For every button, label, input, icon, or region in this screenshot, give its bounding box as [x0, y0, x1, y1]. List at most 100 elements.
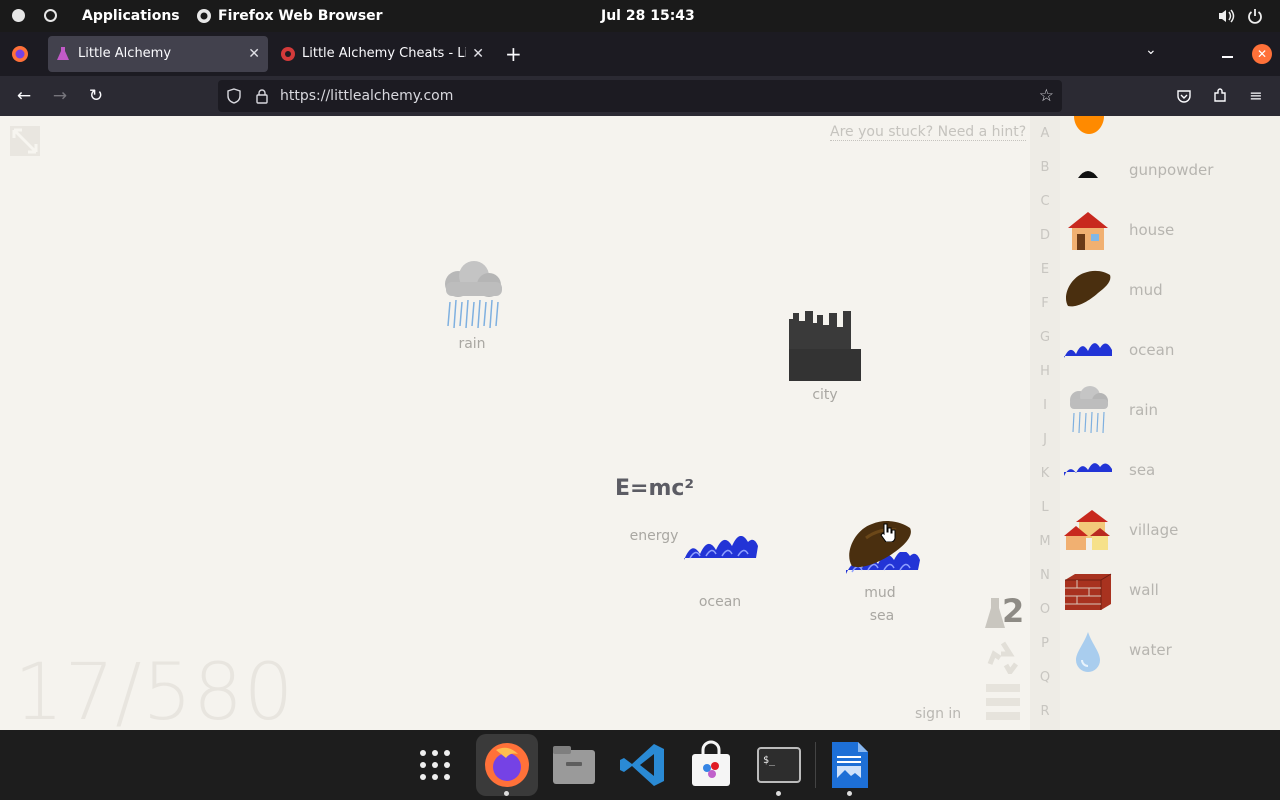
workspace-indicator-icon[interactable] — [44, 9, 57, 22]
power-icon[interactable] — [1247, 8, 1263, 24]
ocean-icon — [1064, 343, 1112, 358]
padlock-icon[interactable] — [255, 88, 269, 104]
volume-icon[interactable] — [1217, 7, 1235, 25]
address-bar[interactable]: https://littlealchemy.com ☆ — [218, 80, 1062, 112]
letter-i[interactable]: I — [1030, 398, 1060, 413]
tab-title: Little Alchemy Cheats - List — [302, 46, 466, 61]
dock-files[interactable] — [547, 738, 601, 792]
firefox-icon — [485, 743, 529, 787]
new-tab-icon[interactable]: + — [505, 40, 522, 68]
workspace-element-label: ocean — [698, 594, 742, 610]
water-icon — [1076, 632, 1100, 672]
firefox-view-icon[interactable] — [11, 45, 29, 63]
workspace-element-label: mud — [864, 585, 896, 601]
workspace-indicator-active-icon[interactable] — [12, 9, 25, 22]
village-icon — [1064, 510, 1110, 550]
dock-document-viewer[interactable] — [822, 738, 876, 792]
letter-f[interactable]: F — [1030, 296, 1060, 311]
back-icon[interactable]: ← — [10, 82, 38, 110]
workspace-element-ocean[interactable] — [684, 535, 758, 568]
dock: $_ — [0, 730, 1280, 800]
game-workspace[interactable]: Are you stuck? Need a hint? rain city E=… — [0, 116, 1030, 730]
shopping-bag-icon — [692, 740, 730, 786]
letter-d[interactable]: D — [1030, 228, 1060, 243]
tab-little-alchemy[interactable]: Little Alchemy ✕ — [48, 36, 268, 72]
letter-b[interactable]: B — [1030, 160, 1060, 175]
workspace-element-city[interactable] — [789, 309, 861, 381]
rain-icon — [445, 261, 502, 329]
library-item-water[interactable]: water — [1060, 626, 1280, 686]
library-item-mud[interactable]: mud — [1060, 266, 1280, 326]
close-tab-icon[interactable]: ✕ — [248, 36, 260, 72]
letter-c[interactable]: C — [1030, 194, 1060, 209]
dock-vscode[interactable] — [616, 738, 670, 792]
workspace-element-energy[interactable]: E=mc² — [615, 476, 705, 506]
library-item-gunpowder[interactable]: gunpowder — [1060, 146, 1280, 206]
letter-q[interactable]: Q — [1030, 670, 1060, 685]
close-window-icon[interactable]: ✕ — [1252, 44, 1272, 64]
hint-link[interactable]: Are you stuck? Need a hint? — [830, 124, 1027, 141]
pocket-icon[interactable] — [1176, 88, 1192, 104]
browser-tab-strip: Little Alchemy ✕ Little Alchemy Cheats -… — [0, 32, 1280, 76]
library-item-label: house — [1129, 221, 1175, 239]
bookmark-star-icon[interactable]: ☆ — [1039, 80, 1054, 112]
letter-n[interactable]: N — [1030, 568, 1060, 583]
letter-k[interactable]: K — [1030, 466, 1060, 481]
running-indicator — [847, 791, 852, 796]
active-app-label: Firefox Web Browser — [218, 8, 383, 24]
minimize-window-icon[interactable] — [1222, 56, 1233, 58]
dock-firefox[interactable] — [476, 734, 538, 796]
library-item-ocean[interactable]: ocean — [1060, 326, 1280, 386]
list-all-tabs-icon[interactable]: ⌄ — [1145, 42, 1157, 58]
app-menu-icon[interactable]: ≡ — [1242, 82, 1270, 110]
forward-icon[interactable]: → — [46, 82, 74, 110]
letter-e[interactable]: E — [1030, 262, 1060, 277]
workspace-element-rain[interactable] — [436, 260, 508, 330]
tracking-protection-shield-icon[interactable] — [226, 88, 242, 104]
letter-p[interactable]: P — [1030, 636, 1060, 651]
applications-menu[interactable]: Applications — [82, 0, 180, 32]
letter-j[interactable]: J — [1030, 432, 1060, 447]
little-alchemy-favicon-icon — [57, 47, 69, 60]
discovered-elements-counter: 17/580 — [14, 648, 295, 730]
cheats-favicon-icon — [281, 47, 295, 61]
running-indicator — [504, 791, 509, 796]
library-item-wall[interactable]: wall — [1060, 566, 1280, 626]
mouse-pointer-hand-icon — [880, 523, 896, 542]
close-tab-icon[interactable]: ✕ — [472, 36, 484, 72]
letter-g[interactable]: G — [1030, 330, 1060, 345]
letter-o[interactable]: O — [1030, 602, 1060, 617]
library-item-house[interactable]: house — [1060, 206, 1280, 266]
letter-l[interactable]: L — [1030, 500, 1060, 515]
system-top-bar: Applications Firefox Web Browser Jul 28 … — [0, 0, 1280, 32]
library-item-rain[interactable]: rain — [1060, 386, 1280, 446]
library-item-village[interactable]: village — [1060, 506, 1280, 566]
sign-in-link[interactable]: sign in — [915, 706, 961, 722]
letter-r[interactable]: R — [1030, 704, 1060, 719]
encyclopedia-button[interactable]: 2 — [984, 592, 1025, 632]
dock-software-store[interactable] — [684, 738, 738, 792]
extensions-icon[interactable] — [1212, 88, 1228, 104]
clock[interactable]: Jul 28 15:43 — [601, 0, 695, 32]
letter-a[interactable]: A — [1030, 126, 1060, 141]
letter-m[interactable]: M — [1030, 534, 1060, 549]
dock-terminal[interactable]: $_ — [752, 738, 806, 792]
dock-separator — [815, 742, 816, 788]
recycle-icon[interactable] — [986, 640, 1020, 674]
files-icon — [553, 746, 595, 784]
fullscreen-icon[interactable] — [10, 126, 40, 156]
library-item-label: sea — [1129, 461, 1156, 479]
library-item-sea[interactable]: sea — [1060, 446, 1280, 506]
mud-icon — [1065, 270, 1111, 307]
letter-h[interactable]: H — [1030, 364, 1060, 379]
city-icon — [789, 311, 861, 381]
element-library: gunpowder house mud ocean rain sea villa… — [1060, 116, 1280, 730]
workspace-element-label: city — [812, 387, 838, 403]
document-icon — [832, 742, 868, 788]
show-apps-icon[interactable] — [408, 738, 462, 792]
encyclopedia-badge: 2 — [1002, 592, 1025, 630]
reload-icon[interactable]: ↻ — [82, 82, 110, 110]
tab-little-alchemy-cheats[interactable]: Little Alchemy Cheats - List ✕ — [272, 36, 492, 72]
gunpowder-icon — [1078, 171, 1098, 178]
menu-icon[interactable] — [986, 684, 1020, 722]
